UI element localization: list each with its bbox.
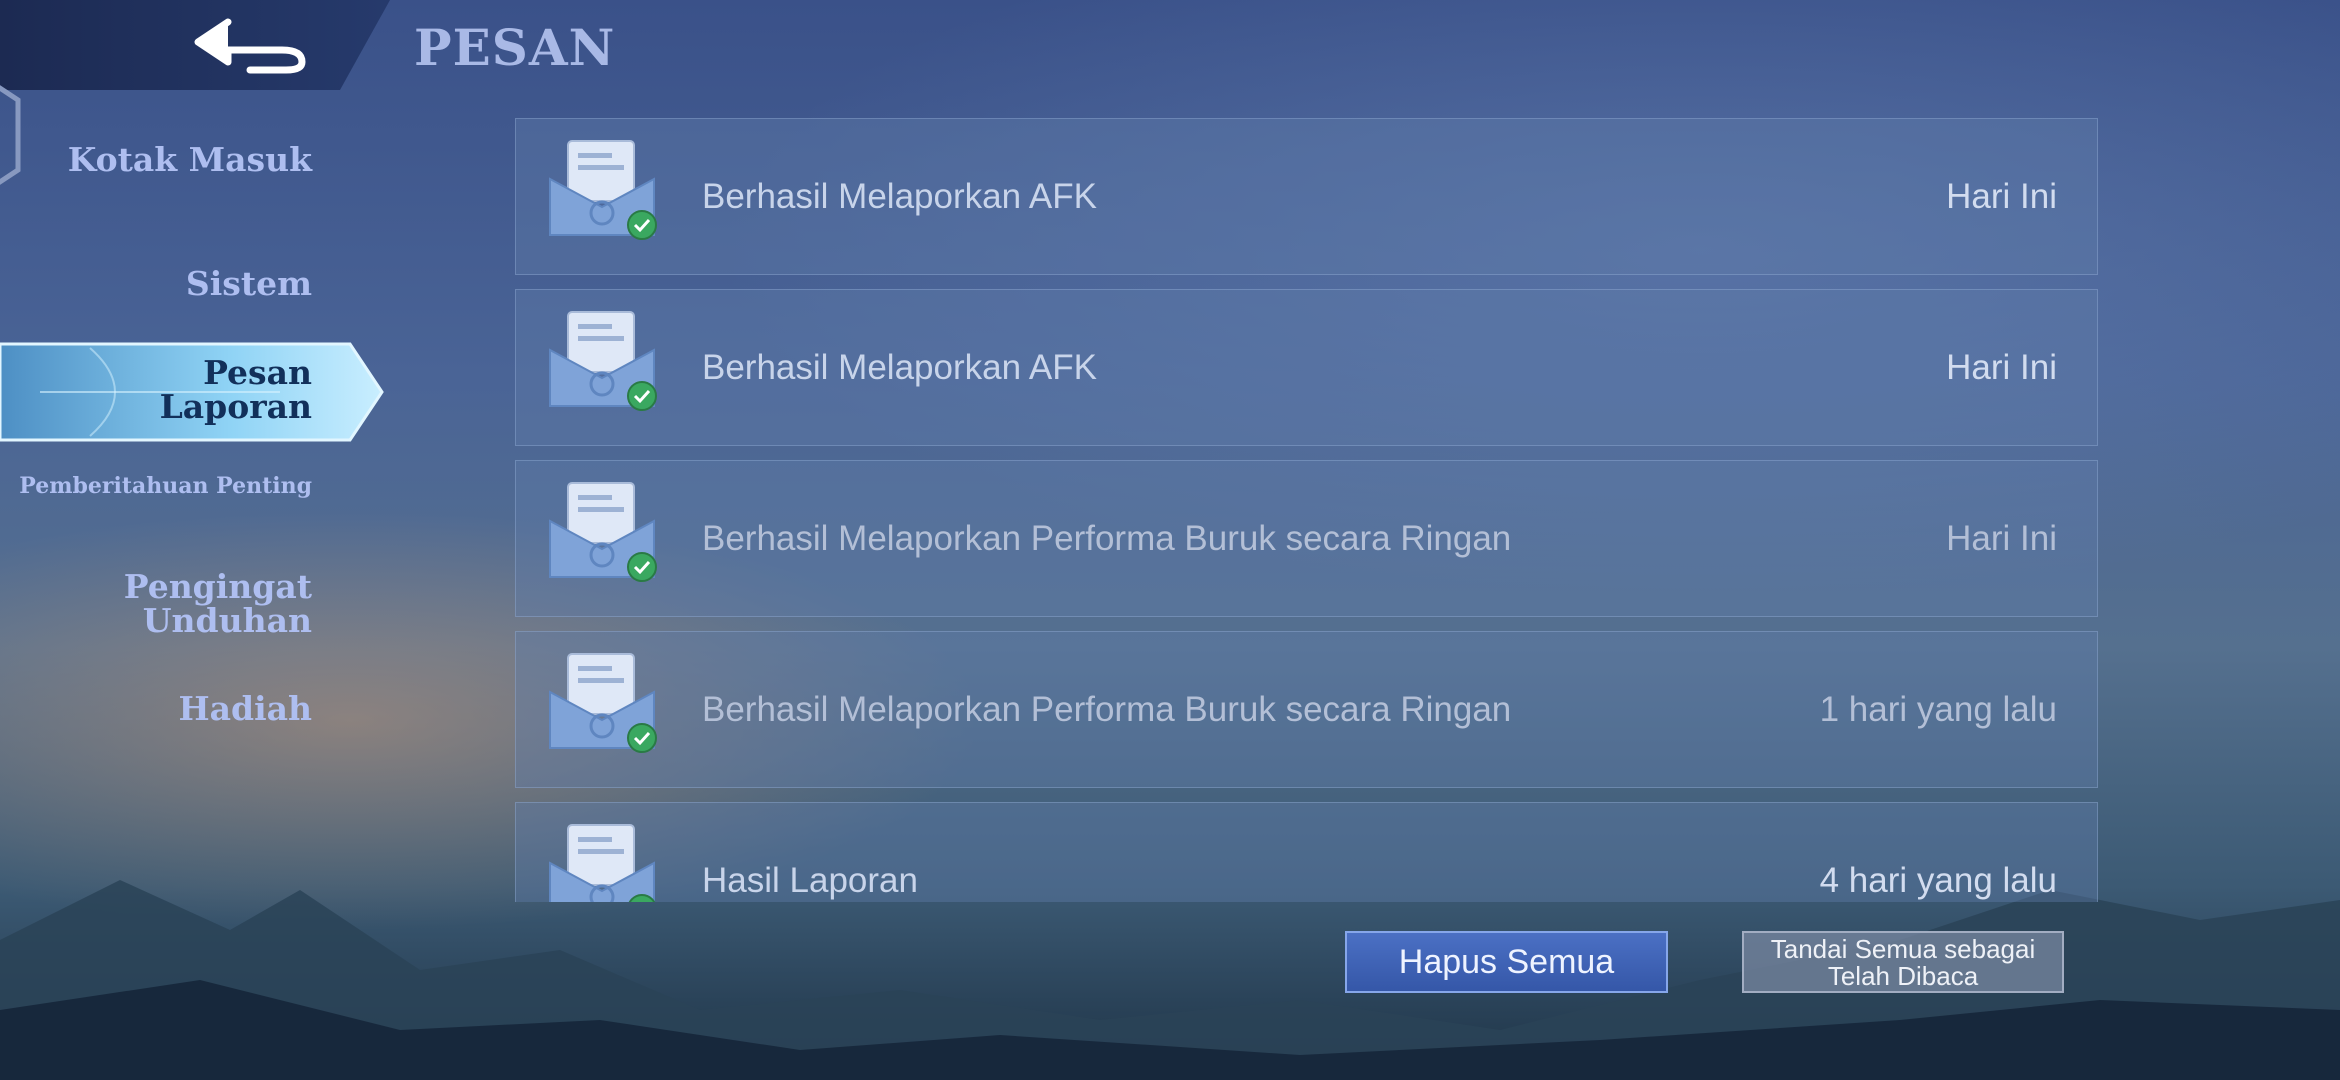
sidebar-item-pesan-laporan[interactable]: Pesan Laporan xyxy=(60,356,312,424)
message-item[interactable]: Berhasil Melaporkan Performa Buruk secar… xyxy=(515,631,2098,788)
message-time: Hari Ini xyxy=(1946,519,2057,558)
message-item[interactable]: Berhasil Melaporkan Performa Buruk secar… xyxy=(515,460,2098,617)
sidebar-item-sistem[interactable]: Sistem xyxy=(12,267,312,301)
mark-all-read-button[interactable]: Tandai Semua sebagai Telah Dibaca xyxy=(1742,931,2064,993)
message-time: 1 hari yang lalu xyxy=(1819,690,2057,729)
envelope-check-icon xyxy=(549,482,657,582)
envelope-check-icon xyxy=(549,311,657,411)
message-subject: Berhasil Melaporkan Performa Buruk secar… xyxy=(702,690,1512,729)
envelope-check-icon xyxy=(549,653,657,753)
message-subject: Berhasil Melaporkan Performa Buruk secar… xyxy=(702,519,1512,558)
message-item[interactable]: Hasil Laporan 4 hari yang lalu xyxy=(515,802,2098,902)
message-time: Hari Ini xyxy=(1946,348,2057,387)
message-subject: Berhasil Melaporkan AFK xyxy=(702,177,1097,216)
message-time: 4 hari yang lalu xyxy=(1819,861,2057,900)
message-item[interactable]: Berhasil Melaporkan AFK Hari Ini xyxy=(515,289,2098,446)
message-list[interactable]: Berhasil Melaporkan AFK Hari Ini Berhasi… xyxy=(515,118,2100,902)
message-subject: Berhasil Melaporkan AFK xyxy=(702,348,1097,387)
back-button[interactable] xyxy=(190,12,320,78)
hexagon-decoration xyxy=(0,85,21,185)
sidebar-item-hadiah[interactable]: Hadiah xyxy=(12,692,312,726)
page-title: PESAN xyxy=(414,18,616,77)
message-subject: Hasil Laporan xyxy=(702,861,918,900)
sidebar-item-pengingat-unduhan[interactable]: Pengingat Unduhan xyxy=(12,570,312,638)
sidebar-item-pemberitahuan-penting[interactable]: Pemberitahuan Penting xyxy=(12,474,312,498)
clear-all-button[interactable]: Hapus Semua xyxy=(1345,931,1668,993)
message-item[interactable]: Berhasil Melaporkan AFK Hari Ini xyxy=(515,118,2098,275)
sidebar-item-kotak-masuk[interactable]: Kotak Masuk xyxy=(12,143,312,177)
envelope-check-icon xyxy=(549,824,656,902)
back-arrow-icon xyxy=(194,18,306,74)
message-time: Hari Ini xyxy=(1946,177,2057,216)
envelope-check-icon xyxy=(549,140,657,240)
